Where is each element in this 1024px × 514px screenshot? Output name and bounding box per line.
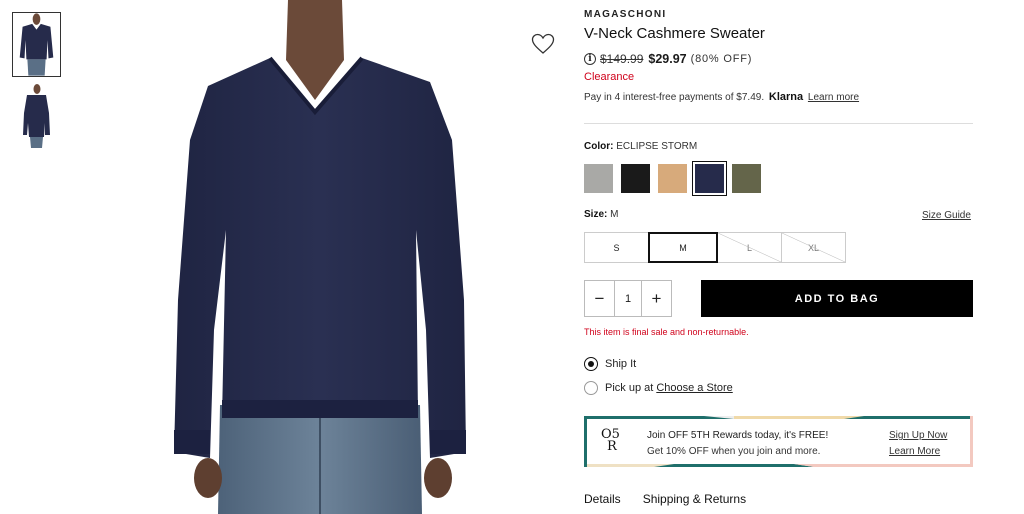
- thumbnail-side-view[interactable]: [12, 83, 61, 148]
- ship-it-option[interactable]: Ship It: [584, 357, 636, 371]
- size-option-l[interactable]: L: [717, 232, 782, 263]
- color-label-key: Color:: [584, 141, 614, 152]
- klarna-text: Pay in 4 interest-free payments of $7.49…: [584, 92, 765, 103]
- rewards-sign-up-link[interactable]: Sign Up Now: [889, 430, 947, 441]
- product-info-panel: MAGASCHONI V-Neck Cashmere Sweater i $14…: [584, 0, 974, 514]
- sweater-model-image: [174, 0, 466, 514]
- tab-shipping-returns[interactable]: Shipping & Returns: [643, 492, 746, 506]
- tab-details[interactable]: Details: [584, 492, 621, 506]
- rewards-learn-more-link[interactable]: Learn More: [889, 446, 940, 457]
- thumbnail-side-image: [12, 83, 61, 148]
- increase-quantity-button[interactable]: +: [642, 281, 671, 316]
- swatch-camel[interactable]: [658, 164, 687, 193]
- quantity-stepper: − 1 +: [584, 280, 672, 317]
- size-label: Size: M: [584, 209, 618, 220]
- size-guide-link[interactable]: Size Guide: [922, 210, 971, 221]
- discount-label: (80% OFF): [690, 53, 753, 65]
- product-tabs: Details Shipping & Returns: [584, 492, 768, 506]
- klarna-logo: Klarna: [768, 91, 804, 103]
- rewards-logo: O5 R: [601, 428, 620, 454]
- size-option-s[interactable]: S: [584, 232, 649, 263]
- swatch-heather-grey[interactable]: [584, 164, 613, 193]
- ship-it-label: Ship It: [605, 358, 637, 370]
- brand-name[interactable]: MAGASCHONI: [584, 9, 666, 20]
- rewards-subtext: Get 10% OFF when you join and more.: [647, 446, 821, 457]
- quantity-value[interactable]: 1: [614, 281, 642, 316]
- product-main-image: [130, 0, 520, 514]
- selected-size: M: [610, 209, 619, 220]
- sale-price: $29.97: [648, 52, 687, 66]
- thumbnail-front-image: [13, 13, 60, 76]
- price-row: i $149.99 $29.97 (80% OFF): [584, 52, 752, 66]
- pickup-radio[interactable]: [584, 381, 598, 395]
- klarna-message: Pay in 4 interest-free payments of $7.49…: [584, 91, 859, 103]
- size-options: S M L XL: [584, 232, 846, 263]
- color-swatches: [584, 161, 769, 196]
- swatch-olive[interactable]: [732, 164, 761, 193]
- color-label: Color: ECLIPSE STORM: [584, 141, 697, 152]
- choose-store-link[interactable]: Choose a Store: [656, 382, 732, 394]
- rewards-content: O5 R Join OFF 5TH Rewards today, it's FR…: [590, 422, 967, 461]
- klarna-learn-more-link[interactable]: Learn more: [808, 92, 859, 103]
- heart-icon[interactable]: [531, 33, 555, 55]
- size-option-m[interactable]: M: [648, 232, 718, 263]
- rewards-logo-bottom: R: [607, 439, 617, 454]
- divider: [584, 123, 973, 124]
- swatch-eclipse-storm[interactable]: [692, 161, 727, 196]
- rewards-banner: O5 R Join OFF 5TH Rewards today, it's FR…: [584, 416, 973, 467]
- info-icon[interactable]: i: [584, 53, 596, 65]
- size-option-xl[interactable]: XL: [781, 232, 846, 263]
- ship-it-radio[interactable]: [584, 357, 598, 371]
- final-sale-notice: This item is final sale and non-returnab…: [584, 327, 749, 337]
- clearance-badge: Clearance: [584, 71, 635, 83]
- rewards-headline: Join OFF 5TH Rewards today, it's FREE!: [647, 430, 829, 441]
- add-to-bag-button[interactable]: ADD TO BAG: [701, 280, 973, 317]
- product-title: V-Neck Cashmere Sweater: [584, 25, 765, 42]
- decrease-quantity-button[interactable]: −: [585, 281, 614, 316]
- selected-color-name: ECLIPSE STORM: [616, 141, 698, 152]
- pickup-label: Pick up at: [605, 382, 654, 394]
- thumbnail-front-view[interactable]: [12, 12, 61, 77]
- pickup-option[interactable]: Pick up at Choose a Store: [584, 381, 733, 395]
- size-label-key: Size:: [584, 209, 608, 220]
- original-price: $149.99: [600, 52, 644, 66]
- swatch-black[interactable]: [621, 164, 650, 193]
